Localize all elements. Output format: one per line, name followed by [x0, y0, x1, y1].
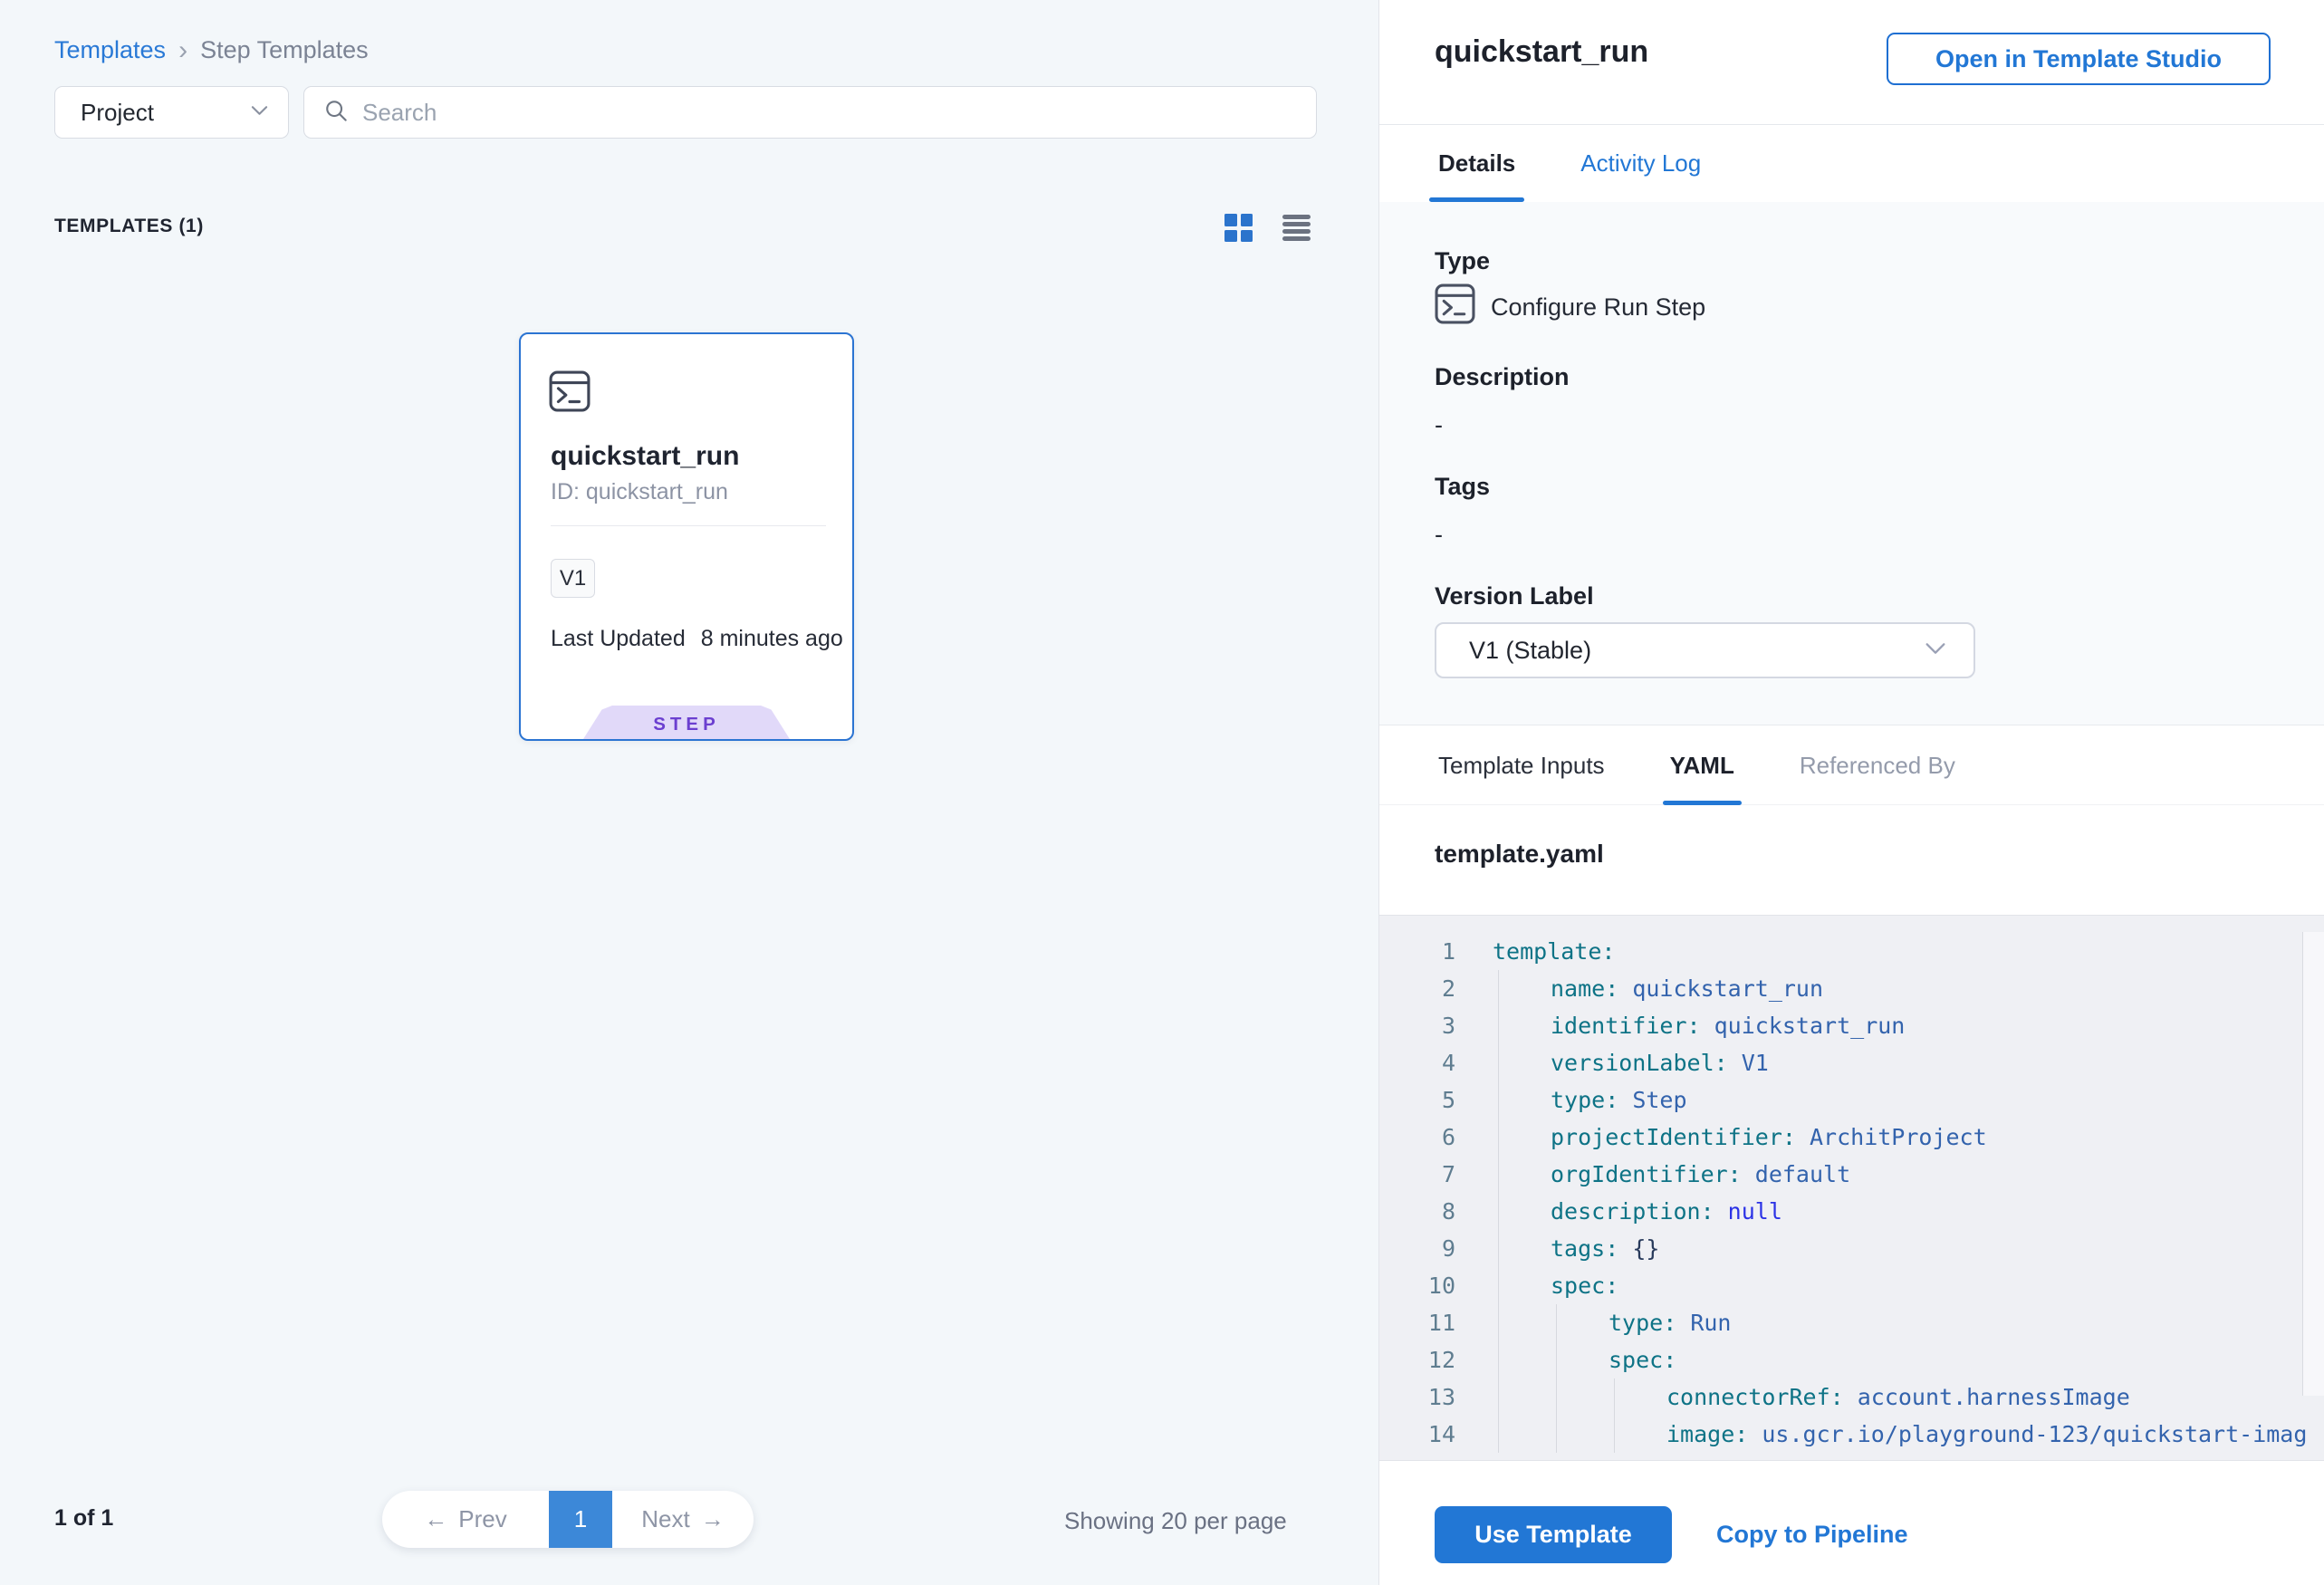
run-step-terminal-icon — [1435, 283, 1475, 331]
code-line: 1template: — [1379, 933, 2324, 970]
search-box — [303, 86, 1317, 139]
code-line: 3identifier: quickstart_run — [1379, 1007, 2324, 1044]
tags-label: Tags — [1435, 473, 1490, 501]
templates-list-panel: Templates › Step Templates Project TEMPL… — [0, 0, 1379, 1585]
card-id: ID: quickstart_run — [551, 479, 728, 505]
page-number-button[interactable]: 1 — [549, 1491, 612, 1548]
templates-count-label: TEMPLATES (1) — [54, 216, 204, 237]
run-step-terminal-icon — [549, 370, 591, 417]
chevron-down-icon — [251, 104, 268, 120]
template-card[interactable]: quickstart_run ID: quickstart_run V1 Las… — [519, 332, 854, 741]
version-chip: V1 — [551, 559, 595, 598]
list-view-icon[interactable] — [1282, 214, 1311, 242]
breadcrumb-current: Step Templates — [200, 36, 369, 64]
tab-template-inputs[interactable]: Template Inputs — [1435, 725, 1609, 805]
code-line: 9tags: {} — [1379, 1230, 2324, 1267]
filter-bar: Project — [54, 86, 1317, 139]
type-label: Type — [1435, 247, 1490, 275]
detail-tabs: Details Activity Log — [1435, 125, 1705, 202]
scope-select[interactable]: Project — [54, 86, 289, 139]
copy-to-pipeline-link[interactable]: Copy to Pipeline — [1716, 1506, 1908, 1563]
version-select[interactable]: V1 (Stable) — [1435, 622, 1975, 678]
template-detail-panel: quickstart_run Open in Template Studio D… — [1379, 0, 2324, 1585]
description-value: - — [1435, 411, 1443, 439]
type-value: Configure Run Step — [1491, 293, 1705, 322]
next-page-button[interactable]: Next → — [612, 1491, 754, 1548]
tab-activity-log[interactable]: Activity Log — [1577, 125, 1705, 202]
code-line: 14image: us.gcr.io/playground-123/quicks… — [1379, 1416, 2324, 1453]
detail-title: quickstart_run — [1435, 34, 1648, 70]
code-line: 10spec: — [1379, 1267, 2324, 1304]
file-header-band: template.yaml — [1379, 805, 2324, 915]
arrow-left-icon: ← — [424, 1505, 447, 1533]
yaml-code-block: 1template:2name: quickstart_run3identifi… — [1379, 915, 2324, 1461]
code-line: 11type: Run — [1379, 1304, 2324, 1341]
card-divider — [551, 525, 826, 526]
scope-select-value: Project — [81, 99, 154, 127]
version-label: Version Label — [1435, 582, 1594, 610]
tab-referenced-by[interactable]: Referenced By — [1796, 725, 1959, 805]
code-line: 12spec: — [1379, 1341, 2324, 1378]
search-icon — [322, 97, 350, 129]
file-name: template.yaml — [1435, 840, 1604, 869]
yaml-code-lines: 1template:2name: quickstart_run3identifi… — [1379, 933, 2324, 1453]
view-toggles — [1224, 214, 1311, 242]
chevron-down-icon — [1925, 642, 1946, 659]
tab-details[interactable]: Details — [1435, 125, 1519, 202]
result-count: 1 of 1 — [54, 1505, 113, 1532]
card-title: quickstart_run — [551, 441, 739, 472]
yaml-tabs-band: Template Inputs YAML Referenced By — [1379, 725, 2324, 805]
last-updated-value: 8 minutes ago — [701, 626, 843, 652]
templates-page: Templates › Step Templates Project TEMPL… — [0, 0, 2324, 1585]
type-row: Configure Run Step — [1435, 283, 1705, 331]
tags-value: - — [1435, 521, 1443, 549]
description-label: Description — [1435, 363, 1570, 391]
code-line: 13connectorRef: account.harnessImage — [1379, 1378, 2324, 1416]
tab-yaml[interactable]: YAML — [1666, 725, 1738, 805]
breadcrumb: Templates › Step Templates — [54, 36, 369, 64]
details-section: Type Configure Run Step Description - Ta… — [1379, 202, 2324, 725]
code-line: 6projectIdentifier: ArchitProject — [1379, 1119, 2324, 1156]
last-updated-row: Last Updated 8 minutes ago — [551, 626, 843, 652]
code-scrollbar[interactable] — [2302, 932, 2324, 1396]
step-type-ribbon: STEP — [583, 706, 790, 739]
breadcrumb-templates-link[interactable]: Templates — [54, 36, 166, 64]
grid-view-icon[interactable] — [1224, 214, 1253, 242]
code-line: 2name: quickstart_run — [1379, 970, 2324, 1007]
search-input[interactable] — [362, 99, 1298, 127]
pagination: ← Prev 1 Next → — [382, 1491, 754, 1548]
code-line: 8description: null — [1379, 1193, 2324, 1230]
breadcrumb-separator-icon: › — [178, 38, 187, 62]
code-line: 5type: Step — [1379, 1081, 2324, 1119]
per-page-label: Showing 20 per page — [1064, 1507, 1287, 1535]
open-template-studio-button[interactable]: Open in Template Studio — [1887, 33, 2271, 85]
use-template-button[interactable]: Use Template — [1435, 1506, 1672, 1563]
prev-page-button[interactable]: ← Prev — [382, 1491, 549, 1548]
last-updated-label: Last Updated — [551, 626, 686, 652]
code-line: 4versionLabel: V1 — [1379, 1044, 2324, 1081]
code-line: 7orgIdentifier: default — [1379, 1156, 2324, 1193]
version-select-value: V1 (Stable) — [1469, 637, 1591, 665]
arrow-right-icon: → — [701, 1505, 725, 1533]
